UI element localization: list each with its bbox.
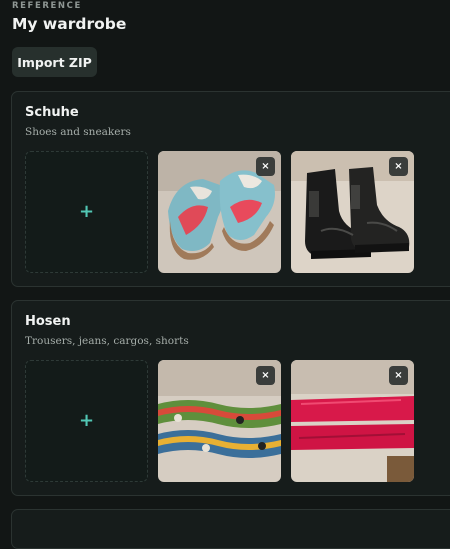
close-icon: × xyxy=(394,370,403,381)
wardrobe-item-photo[interactable]: × xyxy=(158,151,281,273)
section-title: Schuhe xyxy=(25,105,79,120)
add-item-tile[interactable]: + xyxy=(25,151,148,273)
wardrobe-item-photo[interactable]: × xyxy=(291,360,414,482)
wardrobe-item-photo[interactable]: × xyxy=(158,360,281,482)
remove-item-button[interactable]: × xyxy=(256,366,275,385)
category-section-schuhe: Schuhe Shoes and sneakers + × × xyxy=(11,91,450,287)
remove-item-button[interactable]: × xyxy=(389,366,408,385)
add-item-tile[interactable]: + xyxy=(25,360,148,482)
remove-item-button[interactable]: × xyxy=(389,157,408,176)
plus-icon: + xyxy=(78,201,95,222)
page-title: My wardrobe xyxy=(12,15,127,33)
import-zip-button[interactable]: Import ZIP xyxy=(12,47,97,77)
plus-icon: + xyxy=(78,410,95,431)
close-icon: × xyxy=(394,161,403,172)
close-icon: × xyxy=(261,370,270,381)
eyebrow-label: REFERENCE xyxy=(12,1,82,11)
remove-item-button[interactable]: × xyxy=(256,157,275,176)
section-description: Shoes and sneakers xyxy=(25,126,131,138)
section-title: Hosen xyxy=(25,314,71,329)
section-description: Trousers, jeans, cargos, shorts xyxy=(25,335,189,347)
category-section-hosen: Hosen Trousers, jeans, cargos, shorts + … xyxy=(11,300,450,496)
close-icon: × xyxy=(261,161,270,172)
category-section-next xyxy=(11,509,450,549)
wardrobe-item-photo[interactable]: × xyxy=(291,151,414,273)
